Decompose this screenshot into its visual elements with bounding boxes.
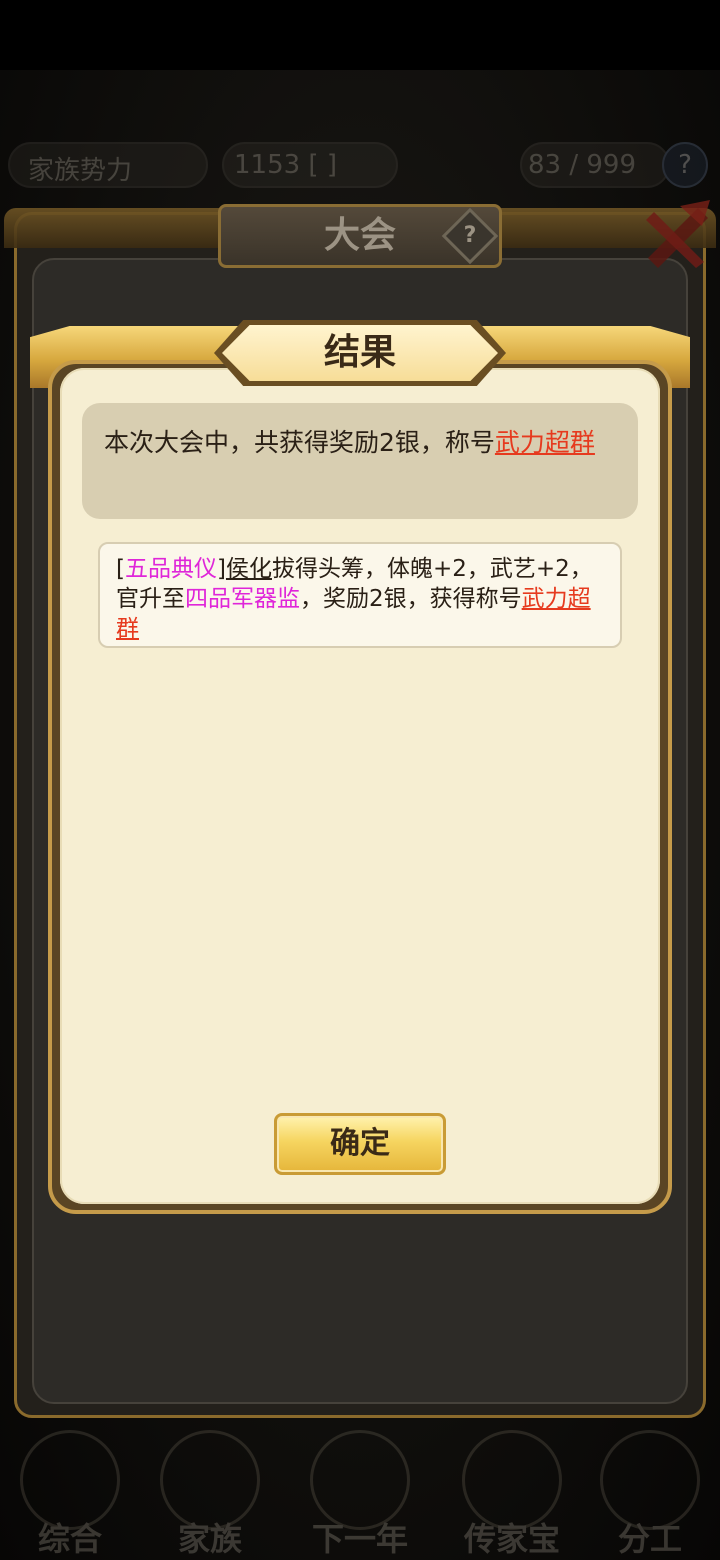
nav-item-general[interactable]: 综合 <box>10 1430 130 1560</box>
detail-bracket-open: [ <box>116 556 125 582</box>
result-summary-box: 本次大会中，共获得奖励2银，称号武力超群 <box>82 403 638 519</box>
nav-label: 下一年 <box>311 1520 408 1558</box>
close-icon[interactable] <box>640 196 716 272</box>
nav-label: 综合 <box>37 1520 102 1558</box>
nav-item-assignment[interactable]: 分工 <box>590 1430 710 1560</box>
counter-text: 83 / 999 <box>528 150 636 180</box>
value-text: 1153 [ ] <box>234 150 337 180</box>
summary-title-highlight: 武力超群 <box>494 428 595 457</box>
nav-label: 分工 <box>617 1520 682 1558</box>
faction-label: 家族势力 <box>28 156 133 186</box>
top-bar: 家族势力 1153 [ ] 83 / 999 ? <box>8 142 712 188</box>
bottom-nav: 综合 家族 下一年 传家宝 分工 <box>0 1430 720 1560</box>
nav-item-next-year[interactable]: 下一年 <box>300 1430 420 1560</box>
nav-item-family[interactable]: 家族 <box>150 1430 270 1560</box>
detail-text-2: ，奖励2银，获得称号 <box>300 586 522 612</box>
detail-new-post: 四品军器监 <box>185 586 300 612</box>
detail-rank-tag: 五品典仪 <box>124 556 217 582</box>
detail-bracket-close: ] <box>216 556 226 582</box>
question-icon[interactable]: ? <box>662 142 708 188</box>
result-detail-entry: [五品典仪]侯化拔得头筹，体魄+2，武艺+2，官升至四品军器监，奖励2银，获得称… <box>98 542 622 648</box>
nav-label: 家族 <box>177 1520 242 1558</box>
status-bar <box>0 0 720 70</box>
result-dialog-title: 结果 <box>323 332 396 373</box>
nav-label: 传家宝 <box>463 1520 560 1558</box>
summary-text: 本次大会中，共获得奖励2银，称号 <box>104 428 495 457</box>
detail-person-name[interactable]: 侯化 <box>226 556 272 582</box>
confirm-button-label[interactable]: 确定 <box>274 1113 446 1175</box>
nav-item-heirloom[interactable]: 传家宝 <box>452 1430 572 1560</box>
